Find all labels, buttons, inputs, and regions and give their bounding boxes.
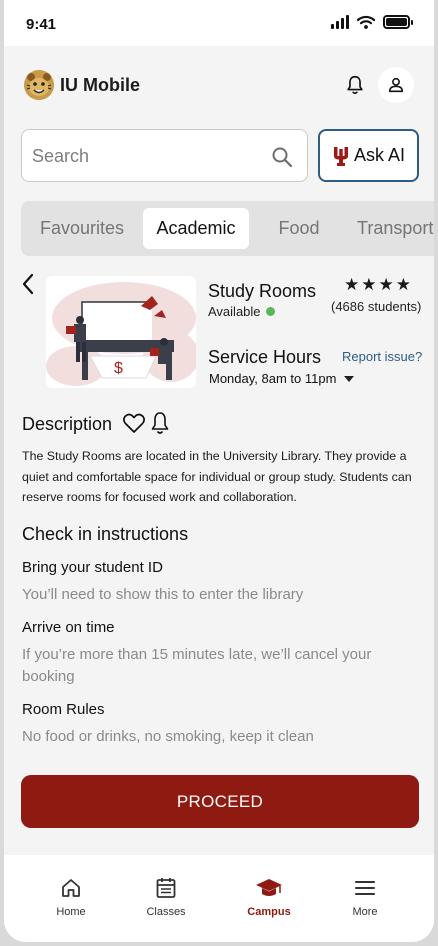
home-icon <box>62 879 80 897</box>
search-input[interactable] <box>32 142 262 170</box>
notifications-bell-icon[interactable] <box>344 74 366 96</box>
menu-icon <box>355 881 375 895</box>
profile-button[interactable] <box>378 67 414 103</box>
heart-icon[interactable] <box>122 412 146 434</box>
step-detail: If you’re more than 15 minutes late, we’… <box>22 646 372 685</box>
ask-ai-label: Ask AI <box>353 145 406 165</box>
battery-icon <box>383 15 413 29</box>
nav-home-label: Home <box>56 906 86 918</box>
star-icon: ★ <box>395 275 413 294</box>
status-bar: 9:41 <box>4 0 434 46</box>
graduation-cap-icon <box>256 879 282 896</box>
phone-screen: 9:41 IU Mobile Search Ask AI Favourites … <box>4 0 434 942</box>
user-icon <box>388 77 404 93</box>
iu-trident-icon <box>333 146 348 166</box>
hours-value: Monday, 8am to 11pm <box>209 371 337 386</box>
search-bar <box>21 129 308 182</box>
category-tabs: Favourites Academic Food Transport <box>21 201 434 256</box>
star-icon: ★ <box>344 275 362 294</box>
bell-icon[interactable] <box>150 411 170 435</box>
status-icons <box>331 15 413 29</box>
caret-down-icon <box>344 375 355 382</box>
app-header: IU Mobile <box>4 66 434 106</box>
status-time: 9:41 <box>26 16 57 33</box>
svg-text:$: $ <box>114 360 123 377</box>
star-icon: ★ <box>361 275 379 294</box>
wifi-icon <box>357 15 375 29</box>
nav-classes-label: Classes <box>146 906 186 918</box>
availability-label: Available <box>208 304 261 319</box>
step-heading: Arrive on time <box>22 619 115 636</box>
tab-transport[interactable]: Transport <box>349 208 434 249</box>
report-issue-link[interactable]: Report issue? <box>342 349 422 364</box>
nav-more[interactable]: More <box>330 875 400 918</box>
step-heading: Room Rules <box>22 701 105 718</box>
nav-classes[interactable]: Classes <box>131 875 201 918</box>
back-arrow-icon[interactable] <box>20 272 36 296</box>
students-count: (4686 students) <box>331 299 422 314</box>
tab-academic[interactable]: Academic <box>143 208 249 249</box>
description-text: The Study Rooms are located in the Unive… <box>22 449 412 504</box>
step-detail: No food or drinks, no smoking, keep it c… <box>22 728 314 745</box>
nav-campus-label: Campus <box>247 906 291 918</box>
signal-icon <box>331 15 349 29</box>
study-rooms-illustration: $ <box>46 276 196 388</box>
service-hours-title: Service Hours <box>208 347 322 367</box>
description-title: Description <box>22 414 113 434</box>
nav-more-label: More <box>352 906 378 918</box>
availability-status: Available <box>208 304 275 319</box>
hours-dropdown[interactable]: Monday, 8am to 11pm <box>209 371 355 386</box>
star-icon: ★ <box>378 275 396 294</box>
proceed-button[interactable]: PROCEED <box>21 775 419 828</box>
app-title: IU Mobile <box>60 75 140 95</box>
check-in-title: Check in instructions <box>22 524 189 544</box>
step-detail: You’ll need to show this to enter the li… <box>22 586 304 603</box>
nav-campus[interactable]: Campus <box>234 875 304 918</box>
tab-food[interactable]: Food <box>264 208 334 249</box>
calendar-icon <box>156 878 176 898</box>
available-dot-icon <box>265 307 275 316</box>
step-heading: Bring your student ID <box>22 559 163 576</box>
bottom-nav: Home Classes Campus More <box>4 855 434 942</box>
tab-favourites[interactable]: Favourites <box>31 208 133 249</box>
ask-ai-button[interactable]: Ask AI <box>318 129 419 182</box>
mascot-logo <box>24 70 54 100</box>
search-icon[interactable] <box>271 146 293 168</box>
rating-stars: ★★★★ <box>344 275 413 295</box>
nav-home[interactable]: Home <box>36 875 106 918</box>
room-title: Study Rooms <box>208 281 317 301</box>
